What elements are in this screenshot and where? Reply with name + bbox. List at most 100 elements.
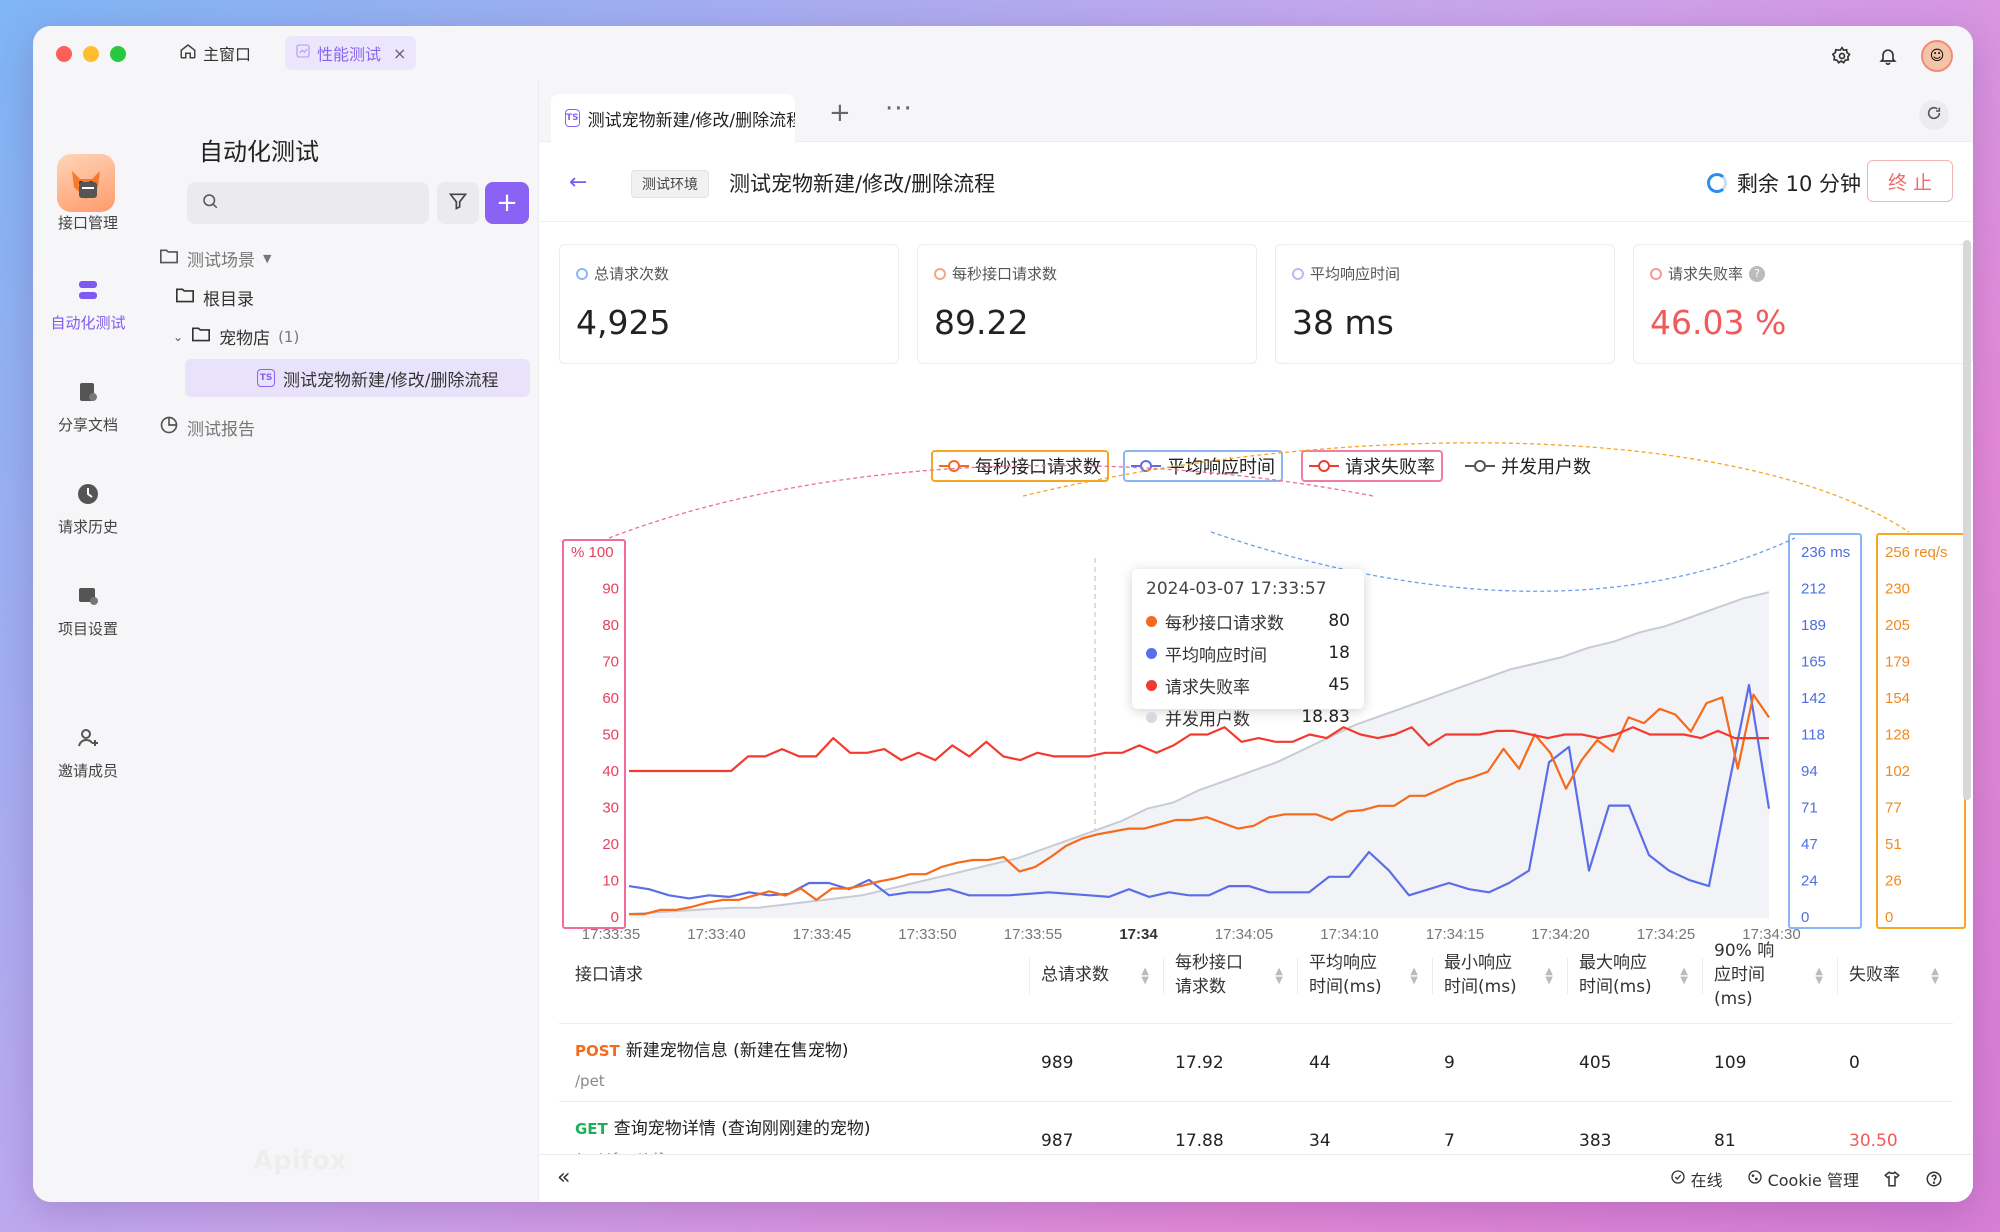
doc-tab-pet-flow[interactable]: TS 测试宠物新建/修改/删除流程 bbox=[551, 94, 795, 142]
tooltip-value: 18.83 bbox=[1301, 707, 1350, 727]
chart-tooltip: 2024-03-07 17:33:57 每秒接口请求数 80 平均响应时间 18 请… bbox=[1132, 569, 1364, 730]
refresh-button[interactable] bbox=[1919, 100, 1949, 130]
filter-button[interactable] bbox=[437, 182, 479, 224]
root-label: 根目录 bbox=[203, 290, 254, 310]
cell-p90: 81 bbox=[1714, 1131, 1736, 1151]
stat-value: 4,925 bbox=[576, 303, 671, 342]
automation-icon bbox=[74, 276, 102, 304]
sort-icon[interactable]: ▲ ▼ bbox=[1931, 967, 1939, 986]
performance-tab-label: 性能测试 bbox=[317, 45, 382, 64]
stop-button[interactable]: 终 止 bbox=[1867, 160, 1953, 202]
http-method-badge: GET bbox=[575, 1120, 608, 1138]
history-icon bbox=[74, 480, 102, 508]
sort-icon[interactable]: ▲ ▼ bbox=[1815, 967, 1823, 986]
online-status[interactable]: 在线 bbox=[1670, 1167, 1723, 1191]
main-scrollbar[interactable] bbox=[1963, 240, 1971, 800]
more-tabs-button[interactable]: ··· bbox=[885, 94, 913, 124]
environment-tag: 测试环境 bbox=[631, 170, 709, 198]
col-header-min[interactable]: 最小响应时间(ms) ▲ ▼ bbox=[1432, 928, 1567, 1024]
col-header-total[interactable]: 总请求数 ▲ ▼ bbox=[1029, 928, 1163, 1024]
api-name: 新建宠物信息 (新建在售宠物) bbox=[625, 1041, 849, 1061]
col-header-label: 总请求数 bbox=[1041, 965, 1109, 986]
collapse-sidebar-icon[interactable]: « bbox=[557, 1165, 570, 1190]
cookie-manager[interactable]: Cookie 管理 bbox=[1747, 1167, 1859, 1191]
search-box[interactable] bbox=[187, 182, 429, 224]
ms-axis-tick: 0 bbox=[1801, 909, 1809, 926]
rail-item-share-doc[interactable]: 分享文档 bbox=[33, 378, 143, 435]
remaining-time-text: 剩余 10 分钟 bbox=[1736, 172, 1861, 196]
close-tab-icon[interactable]: × bbox=[393, 44, 406, 63]
folder-icon bbox=[191, 325, 211, 348]
user-avatar[interactable]: ☺ bbox=[1921, 40, 1953, 72]
col-header-api[interactable]: 接口请求 bbox=[575, 928, 925, 1024]
ms-axis-tick: 165 bbox=[1801, 654, 1826, 671]
rail-item-automation[interactable]: 自动化测试 bbox=[33, 276, 143, 333]
home-icon bbox=[179, 42, 197, 64]
rail-item-history[interactable]: 请求历史 bbox=[33, 480, 143, 537]
rail-label-share-doc: 分享文档 bbox=[57, 416, 118, 434]
col-header-fail[interactable]: 失败率 ▲ ▼ bbox=[1837, 928, 1953, 1024]
help-circle-icon[interactable] bbox=[1925, 1170, 1943, 1188]
window-tab-performance[interactable]: 性能测试 × bbox=[285, 36, 417, 70]
tree-item-pet-flow[interactable]: TS 测试宠物新建/修改/删除流程 bbox=[185, 359, 530, 397]
maximize-window-button[interactable] bbox=[110, 46, 126, 62]
close-window-button[interactable] bbox=[56, 46, 72, 62]
left-axis-tick: 40 bbox=[602, 763, 619, 780]
series-dot-icon bbox=[1146, 679, 1157, 691]
left-axis-tick: 10 bbox=[602, 873, 619, 890]
sidebar-title: 自动化测试 bbox=[199, 138, 319, 166]
tooltip-name: 请求失败率 bbox=[1165, 677, 1250, 698]
rail-label-automation: 自动化测试 bbox=[50, 314, 126, 332]
col-header-avg[interactable]: 平均响应时间(ms) ▲ ▼ bbox=[1297, 928, 1432, 1024]
cell-fail: 30.50 bbox=[1849, 1131, 1898, 1151]
tooltip-value: 18 bbox=[1328, 643, 1350, 663]
col-header-label: 90% 响应时间(ms) bbox=[1714, 941, 1775, 1009]
tooltip-value: 80 bbox=[1328, 611, 1350, 631]
online-label: 在线 bbox=[1690, 1171, 1723, 1190]
rail-label-history: 请求历史 bbox=[57, 518, 118, 536]
app-window: 主窗口 性能测试 × ☺ 接口管理 自动化测试 分享文档 请求历史 项目设置 邀… bbox=[33, 26, 1973, 1202]
tooltip-row: 请求失败率 45 bbox=[1146, 669, 1350, 701]
main-panel: TS 测试宠物新建/修改/删除流程 + ··· ← 测试环境 测试宠物新建/修改… bbox=[539, 80, 1973, 1202]
shirt-icon[interactable] bbox=[1883, 1170, 1901, 1188]
table-header-row: 接口请求 总请求数 ▲ ▼ 每秒接口请求数 ▲ ▼ 平均响应时间(ms) ▲ ▼ 最小响应时… bbox=[559, 928, 1953, 1024]
rail-item-project-settings[interactable]: 项目设置 bbox=[33, 582, 143, 639]
stat-card-rps: 每秒接口请求数 89.22 bbox=[917, 244, 1257, 364]
series-dot-icon bbox=[1146, 647, 1157, 659]
left-axis-tick: 30 bbox=[602, 800, 619, 817]
table-row[interactable]: POST 新建宠物信息 (新建在售宠物) /pet 989 17.92 44 9 … bbox=[559, 1024, 1953, 1102]
sort-icon[interactable]: ▲ ▼ bbox=[1545, 967, 1553, 986]
col-header-max[interactable]: 最大响应时间(ms) ▲ ▼ bbox=[1567, 928, 1702, 1024]
rail-item-api[interactable]: 接口管理 bbox=[33, 176, 143, 233]
stat-value: 89.22 bbox=[934, 303, 1029, 342]
col-header-label: 每秒接口请求数 bbox=[1175, 953, 1243, 997]
req-axis-tick: 205 bbox=[1885, 617, 1910, 634]
sort-icon[interactable]: ▲ ▼ bbox=[1275, 967, 1283, 986]
tree-item-reports[interactable]: 测试报告 bbox=[159, 415, 255, 440]
settings-gear-icon[interactable] bbox=[1829, 43, 1855, 69]
ms-axis-tick: 236 ms bbox=[1801, 544, 1850, 561]
minimize-window-button[interactable] bbox=[83, 46, 99, 62]
tree-item-root[interactable]: 根目录 bbox=[175, 285, 254, 310]
rail-item-invite[interactable]: 邀请成员 bbox=[33, 724, 143, 781]
tree-item-scenes[interactable]: 测试场景 ▼ bbox=[159, 246, 271, 271]
col-header-rps[interactable]: 每秒接口请求数 ▲ ▼ bbox=[1163, 928, 1297, 1024]
table-row[interactable]: GET查询宠物详情 (查询刚刚建的宠物) /pet/{petId} 987 17… bbox=[559, 1102, 1953, 1162]
req-axis-tick: 154 bbox=[1885, 690, 1910, 707]
stat-label: 每秒接口请求数 bbox=[952, 265, 1058, 283]
notification-bell-icon[interactable] bbox=[1875, 43, 1901, 69]
col-header-p90[interactable]: 90% 响应时间(ms) ▲ ▼ bbox=[1702, 928, 1837, 1024]
add-button[interactable]: + bbox=[485, 182, 529, 224]
window-tab-home[interactable]: 主窗口 bbox=[169, 36, 261, 70]
new-tab-button[interactable]: + bbox=[829, 98, 851, 128]
tree-item-petstore[interactable]: ⌄ 宠物店 (1) bbox=[173, 324, 299, 349]
stat-card-fail-rate: 请求失败率? 46.03 % bbox=[1633, 244, 1973, 364]
help-icon[interactable]: ? bbox=[1749, 265, 1766, 282]
search-input[interactable] bbox=[227, 194, 407, 212]
sort-icon[interactable]: ▲ ▼ bbox=[1680, 967, 1688, 986]
req-axis-tick: 0 bbox=[1885, 909, 1893, 926]
caret-down-icon: ▼ bbox=[263, 252, 272, 265]
sort-icon[interactable]: ▲ ▼ bbox=[1141, 967, 1149, 986]
sort-icon[interactable]: ▲ ▼ bbox=[1410, 967, 1418, 986]
back-arrow-icon[interactable]: ← bbox=[569, 170, 587, 195]
